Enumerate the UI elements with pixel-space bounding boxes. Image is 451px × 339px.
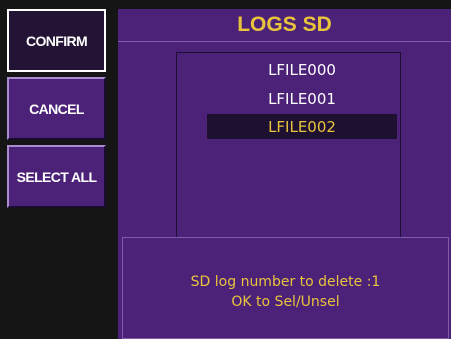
cancel-button[interactable]: CANCEL (7, 77, 106, 140)
device-screen: CONFIRM CANCEL SELECT ALL LOGS SD LFILE0… (0, 0, 451, 339)
file-item-lfile001[interactable]: LFILE001 (207, 86, 397, 111)
page-title: LOGS SD (237, 13, 332, 36)
logs-panel: LOGS SD LFILE000 LFILE001 LFILE002 SD lo… (118, 9, 451, 339)
confirm-button[interactable]: CONFIRM (7, 9, 106, 72)
instruction-message: OK to Sel/Unsel (231, 294, 340, 310)
select-all-button[interactable]: SELECT ALL (7, 145, 106, 208)
title-bar: LOGS SD (118, 9, 451, 42)
file-item-lfile000[interactable]: LFILE000 (207, 57, 397, 82)
file-list: LFILE000 LFILE001 LFILE002 (176, 52, 401, 238)
action-sidebar: CONFIRM CANCEL SELECT ALL (7, 9, 108, 339)
status-message-box: SD log number to delete :1 OK to Sel/Uns… (122, 237, 449, 339)
file-item-lfile002-selected[interactable]: LFILE002 (207, 114, 397, 139)
delete-count-message: SD log number to delete :1 (190, 274, 381, 290)
